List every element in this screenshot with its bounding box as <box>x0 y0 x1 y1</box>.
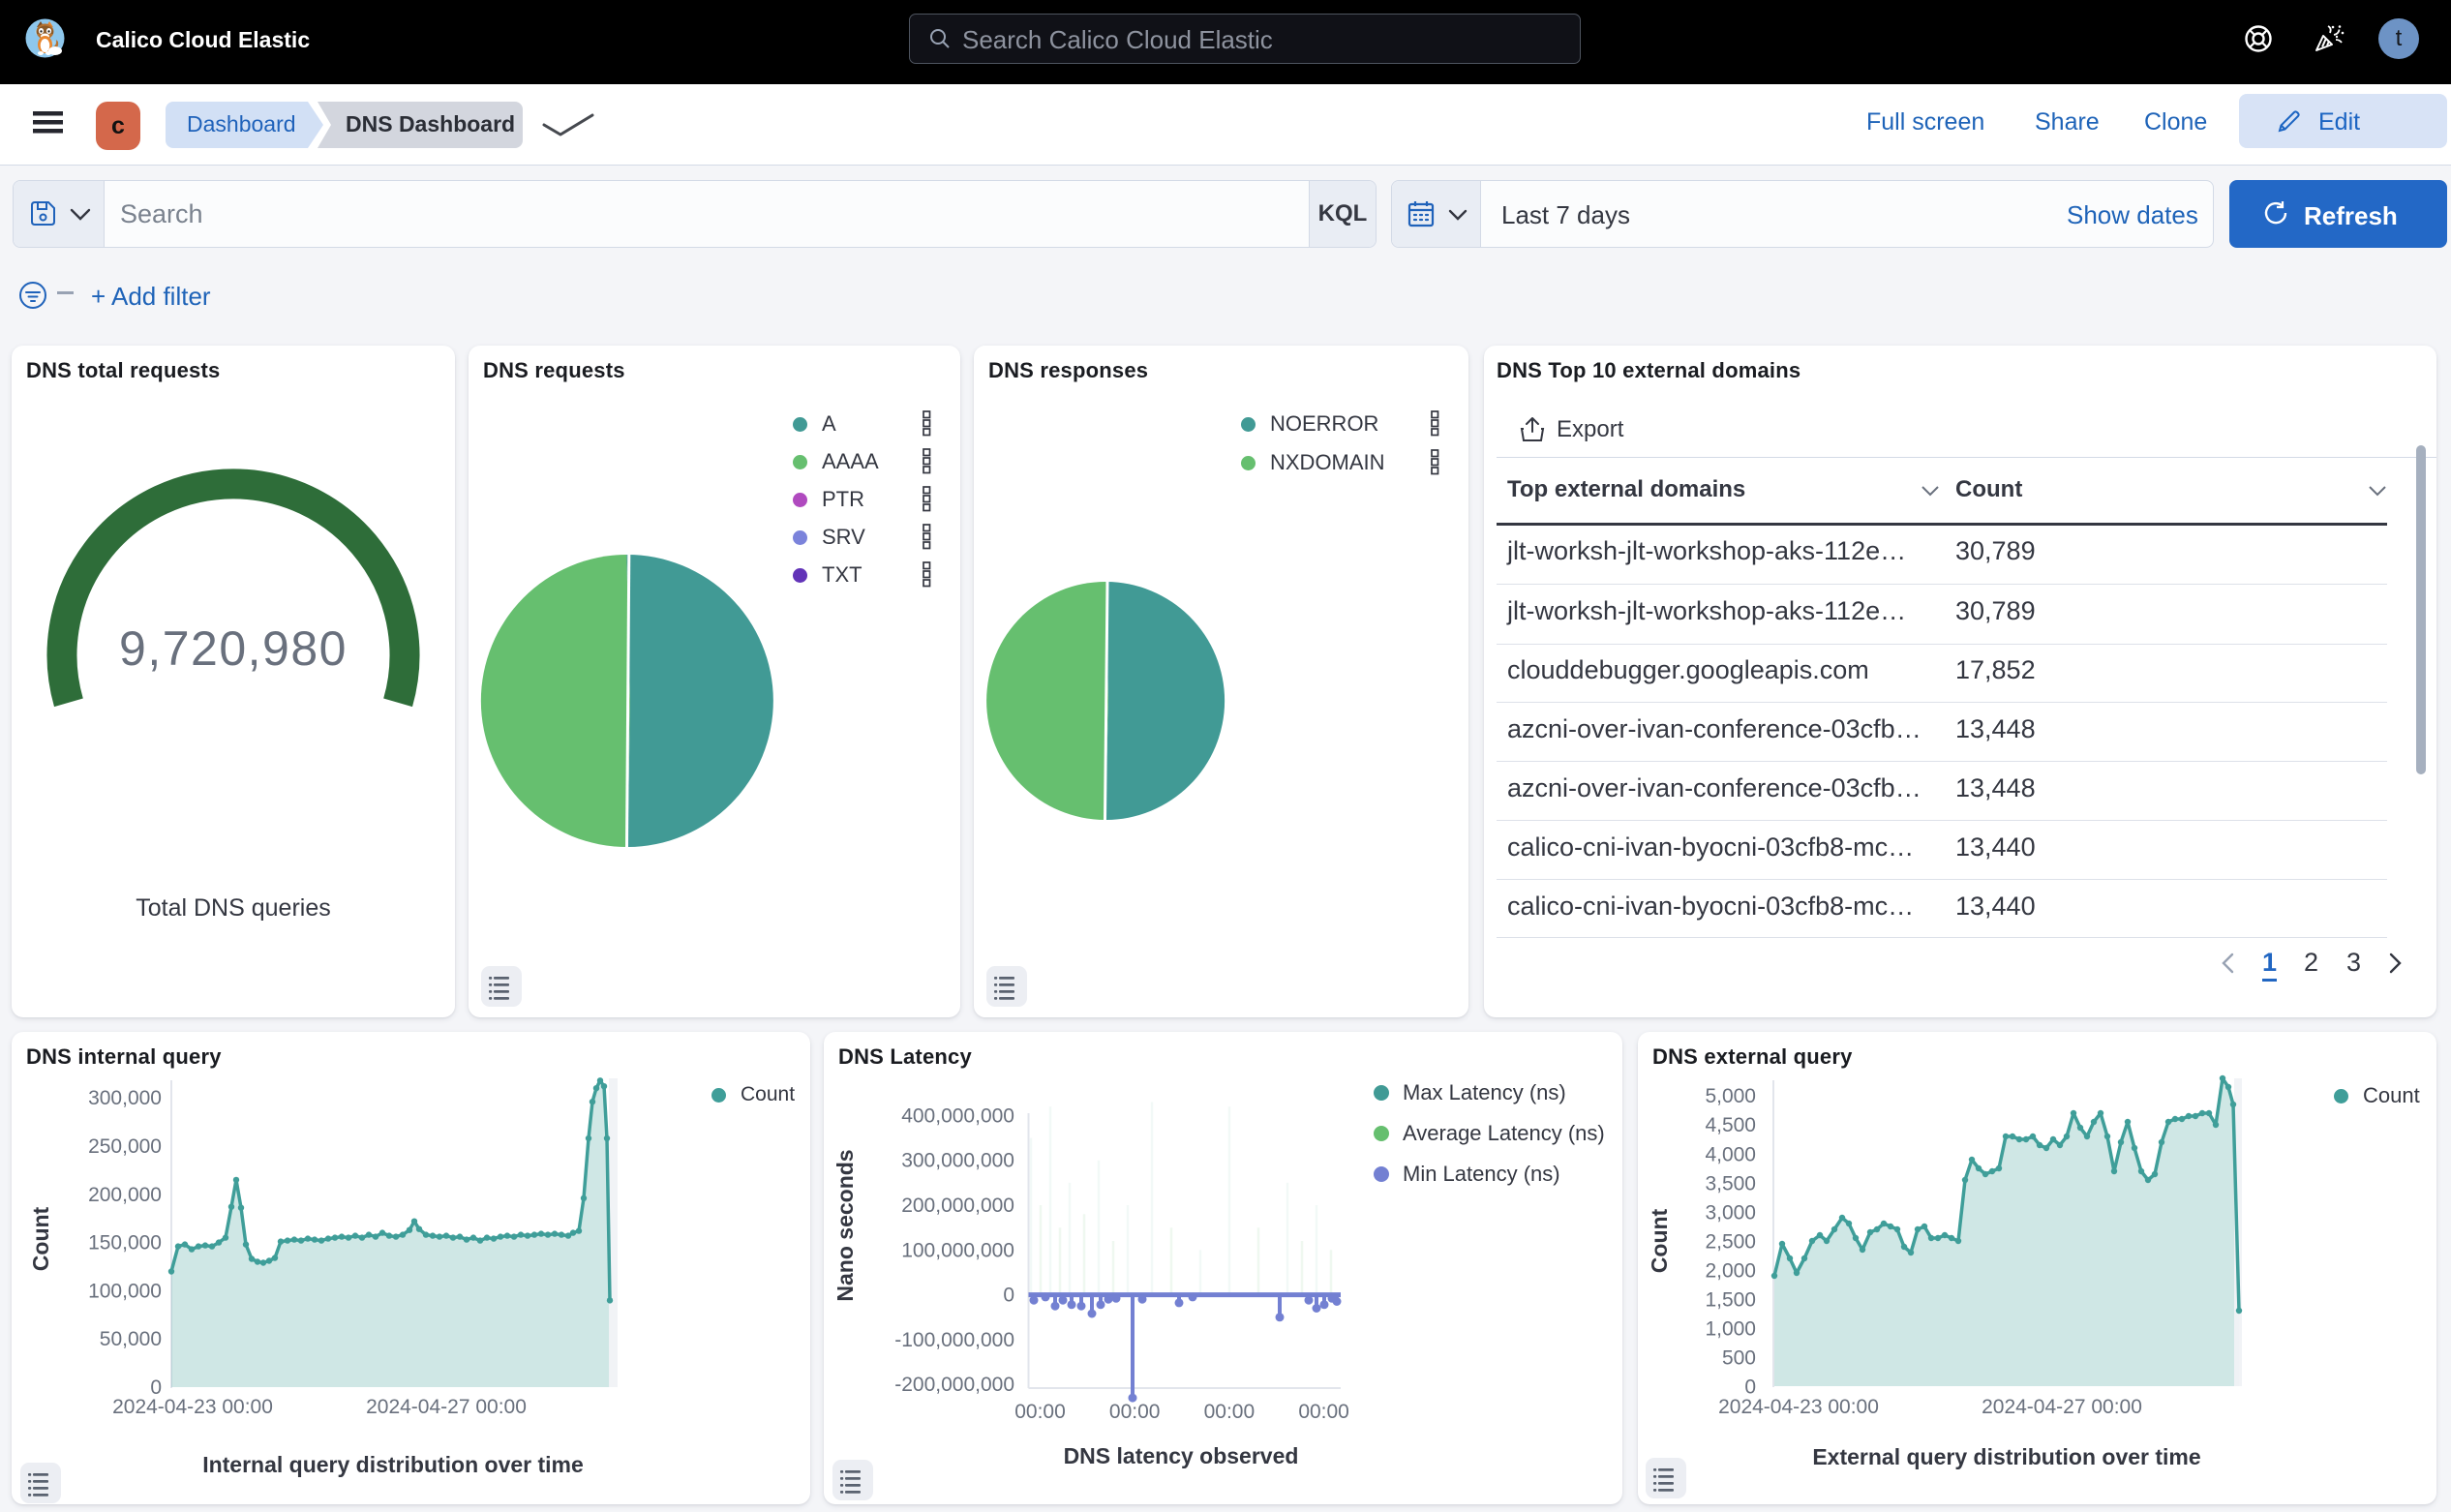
svg-text:Total DNS queries: Total DNS queries <box>136 894 330 922</box>
svg-text:400,000,000: 400,000,000 <box>901 1104 1014 1127</box>
svg-text:4,000: 4,000 <box>1705 1143 1756 1165</box>
svg-text:1,500: 1,500 <box>1705 1289 1756 1312</box>
svg-text:Internal query distribution ov: Internal query distribution over time <box>202 1452 584 1477</box>
svg-text:External query distribution ov: External query distribution over time <box>1812 1444 2200 1469</box>
svg-text:Nano seconds: Nano seconds <box>832 1149 858 1301</box>
svg-text:3,500: 3,500 <box>1705 1172 1756 1194</box>
svg-text:2,500: 2,500 <box>1705 1230 1756 1253</box>
svg-text:100,000: 100,000 <box>88 1280 162 1302</box>
svg-text:250,000: 250,000 <box>88 1135 162 1158</box>
svg-text:200,000: 200,000 <box>88 1184 162 1206</box>
svg-text:4,500: 4,500 <box>1705 1114 1756 1136</box>
svg-text:3,000: 3,000 <box>1705 1201 1756 1224</box>
svg-text:2024-04-27 00:00: 2024-04-27 00:00 <box>366 1396 527 1418</box>
svg-text:300,000: 300,000 <box>88 1087 162 1109</box>
svg-text:-100,000,000: -100,000,000 <box>894 1329 1014 1351</box>
svg-text:00:00: 00:00 <box>1298 1401 1349 1423</box>
svg-text:2024-04-23 00:00: 2024-04-23 00:00 <box>112 1396 273 1418</box>
svg-text:00:00: 00:00 <box>1109 1401 1161 1423</box>
svg-text:2024-04-27 00:00: 2024-04-27 00:00 <box>1982 1396 2142 1418</box>
svg-text:Count: Count <box>28 1206 53 1271</box>
svg-text:200,000,000: 200,000,000 <box>901 1194 1014 1217</box>
svg-text:DNS latency observed: DNS latency observed <box>1064 1443 1299 1468</box>
svg-text:150,000: 150,000 <box>88 1232 162 1255</box>
svg-text:1,000: 1,000 <box>1705 1318 1756 1341</box>
svg-text:Count: Count <box>1647 1208 1672 1273</box>
svg-text:00:00: 00:00 <box>1014 1401 1066 1423</box>
svg-text:5,000: 5,000 <box>1705 1085 1756 1107</box>
svg-text:100,000,000: 100,000,000 <box>901 1239 1014 1261</box>
svg-text:00:00: 00:00 <box>1204 1401 1256 1423</box>
svg-text:500: 500 <box>1722 1347 1756 1370</box>
svg-text:300,000,000: 300,000,000 <box>901 1150 1014 1172</box>
svg-text:2024-04-23 00:00: 2024-04-23 00:00 <box>1718 1396 1879 1418</box>
svg-text:9,720,980: 9,720,980 <box>119 621 348 676</box>
svg-text:0: 0 <box>1003 1285 1014 1307</box>
svg-text:2,000: 2,000 <box>1705 1260 1756 1283</box>
svg-text:-200,000,000: -200,000,000 <box>894 1374 1014 1396</box>
svg-text:50,000: 50,000 <box>100 1328 162 1350</box>
